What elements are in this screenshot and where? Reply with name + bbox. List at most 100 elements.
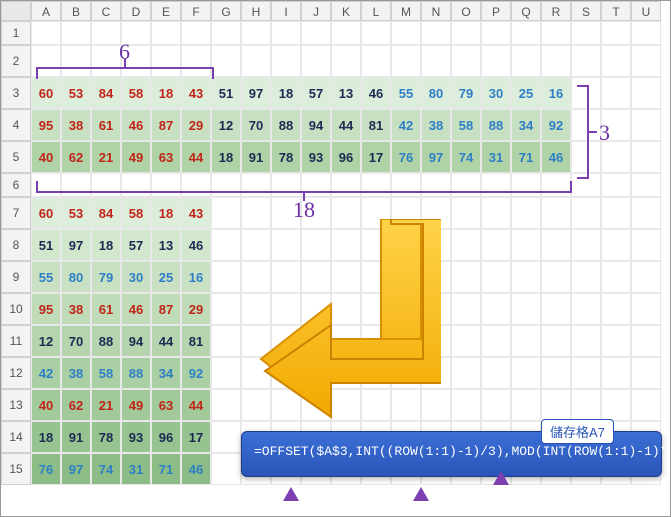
cell[interactable] — [631, 197, 661, 229]
cell[interactable]: 61 — [91, 109, 121, 141]
cell[interactable] — [331, 261, 361, 293]
cell[interactable] — [391, 261, 421, 293]
col-header[interactable]: C — [91, 1, 121, 21]
cell[interactable]: 58 — [121, 197, 151, 229]
cell[interactable] — [241, 325, 271, 357]
cell[interactable]: 92 — [181, 357, 211, 389]
cell[interactable] — [361, 45, 391, 77]
cell[interactable]: 76 — [391, 141, 421, 173]
cell[interactable]: 34 — [151, 357, 181, 389]
col-header[interactable]: S — [571, 1, 601, 21]
cell[interactable] — [601, 173, 631, 197]
col-header[interactable]: J — [301, 1, 331, 21]
col-header[interactable]: P — [481, 1, 511, 21]
cell[interactable] — [631, 45, 661, 77]
cell[interactable] — [301, 357, 331, 389]
cell[interactable] — [451, 197, 481, 229]
cell[interactable]: 49 — [121, 389, 151, 421]
cell[interactable]: 88 — [481, 109, 511, 141]
col-header[interactable]: K — [331, 1, 361, 21]
cell[interactable] — [451, 389, 481, 421]
cell[interactable] — [271, 197, 301, 229]
cell[interactable]: 21 — [91, 141, 121, 173]
row-header[interactable]: 7 — [1, 197, 31, 229]
cell[interactable] — [481, 45, 511, 77]
cell[interactable]: 63 — [151, 389, 181, 421]
cell[interactable] — [571, 229, 601, 261]
cell[interactable] — [601, 357, 631, 389]
col-header[interactable]: U — [631, 1, 661, 21]
cell[interactable]: 62 — [61, 389, 91, 421]
col-header[interactable]: E — [151, 1, 181, 21]
cell[interactable] — [421, 21, 451, 45]
cell[interactable] — [331, 293, 361, 325]
cell[interactable] — [331, 325, 361, 357]
cell[interactable] — [631, 109, 661, 141]
cell[interactable]: 18 — [91, 229, 121, 261]
cell[interactable] — [631, 389, 661, 421]
cell[interactable] — [361, 389, 391, 421]
row-header[interactable]: 5 — [1, 141, 31, 173]
col-header[interactable]: D — [121, 1, 151, 21]
col-header[interactable]: O — [451, 1, 481, 21]
cell[interactable]: 93 — [301, 141, 331, 173]
cell[interactable] — [331, 357, 361, 389]
cell[interactable] — [271, 325, 301, 357]
cell[interactable] — [451, 45, 481, 77]
row-header[interactable]: 4 — [1, 109, 31, 141]
cell[interactable]: 79 — [451, 77, 481, 109]
cell[interactable] — [511, 389, 541, 421]
cell[interactable]: 62 — [61, 141, 91, 173]
cell[interactable]: 63 — [151, 141, 181, 173]
cell[interactable]: 87 — [151, 109, 181, 141]
row-header[interactable]: 12 — [1, 357, 31, 389]
cell[interactable] — [211, 21, 241, 45]
cell[interactable]: 42 — [391, 109, 421, 141]
cell[interactable] — [541, 21, 571, 45]
cell[interactable]: 46 — [181, 229, 211, 261]
cell[interactable]: 84 — [91, 77, 121, 109]
cell[interactable] — [631, 21, 661, 45]
cell[interactable]: 80 — [421, 77, 451, 109]
cell[interactable] — [511, 21, 541, 45]
cell[interactable] — [631, 229, 661, 261]
cell[interactable]: 17 — [181, 421, 211, 453]
cell[interactable] — [361, 325, 391, 357]
col-header[interactable]: M — [391, 1, 421, 21]
cell[interactable] — [481, 197, 511, 229]
cell[interactable] — [601, 141, 631, 173]
cell[interactable]: 44 — [151, 325, 181, 357]
cell[interactable] — [421, 389, 451, 421]
cell[interactable] — [511, 229, 541, 261]
col-header[interactable]: F — [181, 1, 211, 21]
cell[interactable] — [601, 229, 631, 261]
cell[interactable] — [361, 21, 391, 45]
col-header[interactable]: R — [541, 1, 571, 21]
cell[interactable] — [541, 357, 571, 389]
row-header[interactable]: 11 — [1, 325, 31, 357]
cell[interactable]: 95 — [31, 109, 61, 141]
cell[interactable] — [211, 453, 241, 485]
row-header[interactable]: 8 — [1, 229, 31, 261]
cell[interactable] — [451, 21, 481, 45]
cell[interactable] — [481, 261, 511, 293]
cell[interactable] — [271, 357, 301, 389]
cell[interactable]: 96 — [331, 141, 361, 173]
cell[interactable] — [211, 45, 241, 77]
cell[interactable] — [361, 357, 391, 389]
cell[interactable]: 97 — [241, 77, 271, 109]
cell[interactable]: 43 — [181, 77, 211, 109]
cell[interactable]: 94 — [121, 325, 151, 357]
cell[interactable]: 46 — [121, 109, 151, 141]
col-header[interactable]: H — [241, 1, 271, 21]
cell[interactable] — [451, 229, 481, 261]
cell[interactable] — [451, 261, 481, 293]
cell[interactable] — [211, 357, 241, 389]
cell[interactable]: 92 — [541, 109, 571, 141]
cell[interactable] — [61, 21, 91, 45]
cell[interactable] — [301, 389, 331, 421]
cell[interactable] — [241, 229, 271, 261]
col-header[interactable]: N — [421, 1, 451, 21]
cell[interactable]: 46 — [181, 453, 211, 485]
col-header[interactable]: A — [31, 1, 61, 21]
